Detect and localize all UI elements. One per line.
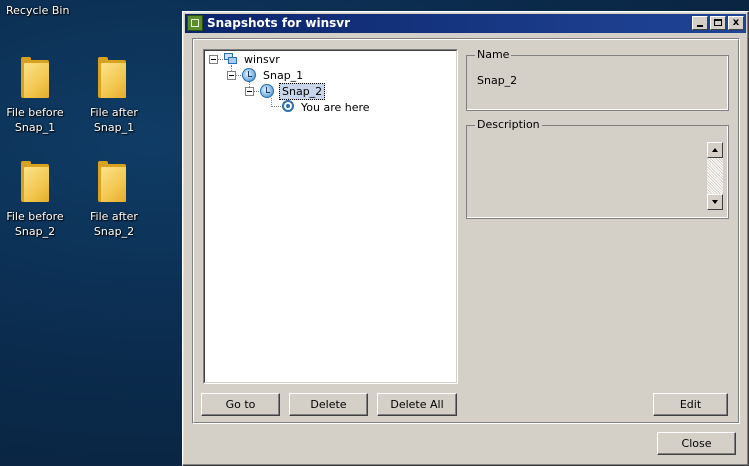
- name-label: Name: [475, 48, 512, 61]
- window-title: Snapshots for winsvr: [207, 16, 351, 30]
- icon-label-line1: File before: [6, 210, 64, 223]
- delete-button[interactable]: Delete: [289, 393, 368, 416]
- description-label: Description: [475, 118, 542, 131]
- collapse-snap1-icon[interactable]: [227, 71, 236, 80]
- delete-all-button[interactable]: Delete All: [377, 393, 457, 416]
- icon-label-line2: Snap_1: [93, 121, 135, 134]
- go-to-button[interactable]: Go to: [201, 393, 280, 416]
- tree-node-you-are-here-label: You are here: [301, 101, 370, 114]
- icon-label-line2: Snap_2: [14, 225, 56, 238]
- tree-node-snap2-label: Snap_2: [279, 83, 326, 100]
- close-window-button[interactable]: x: [728, 16, 744, 30]
- icon-label-line2: Snap_2: [93, 225, 135, 238]
- icon-label-line2: Snap_1: [14, 121, 56, 134]
- name-group: Name Snap_2: [466, 48, 729, 111]
- snapshot-tree[interactable]: winsvr Snap_1 Snap_2 You are here: [203, 49, 458, 384]
- collapse-snap2-icon[interactable]: [245, 87, 254, 96]
- name-value: Snap_2: [477, 74, 518, 87]
- edit-button[interactable]: Edit: [653, 393, 728, 416]
- folder-icon: [98, 57, 126, 98]
- folder-icon: [98, 161, 126, 202]
- title-bar[interactable]: Snapshots for winsvr x: [185, 14, 746, 33]
- vm-icon: [224, 53, 238, 65]
- vsphere-app-icon: [187, 15, 203, 31]
- tree-node-root-label: winsvr: [244, 53, 280, 66]
- snapshot-icon: [260, 84, 274, 98]
- tree-node-snap1-label: Snap_1: [263, 69, 304, 82]
- maximize-button[interactable]: [710, 16, 726, 30]
- folder-icon: [21, 161, 49, 202]
- description-group: Description: [466, 118, 729, 219]
- scroll-track[interactable]: [707, 158, 723, 194]
- minimize-button[interactable]: [692, 16, 708, 30]
- snapshots-dialog: Snapshots for winsvr x winsvr Snap_1 Sna…: [182, 11, 749, 466]
- close-icon: x: [732, 17, 740, 28]
- you-are-here-icon: [282, 100, 294, 112]
- folder-icon: [21, 57, 49, 98]
- icon-label-line1: File after: [90, 106, 138, 119]
- scroll-up-icon[interactable]: [707, 142, 723, 158]
- icon-label-line1: File after: [90, 210, 138, 223]
- recycle-bin-label[interactable]: Recycle Bin: [6, 3, 69, 18]
- scroll-down-icon[interactable]: [707, 194, 723, 210]
- collapse-root-icon[interactable]: [209, 55, 218, 64]
- description-scrollbar[interactable]: [707, 142, 723, 210]
- snapshot-icon: [242, 68, 256, 82]
- close-button[interactable]: Close: [657, 432, 736, 455]
- icon-label-line1: File before: [6, 106, 64, 119]
